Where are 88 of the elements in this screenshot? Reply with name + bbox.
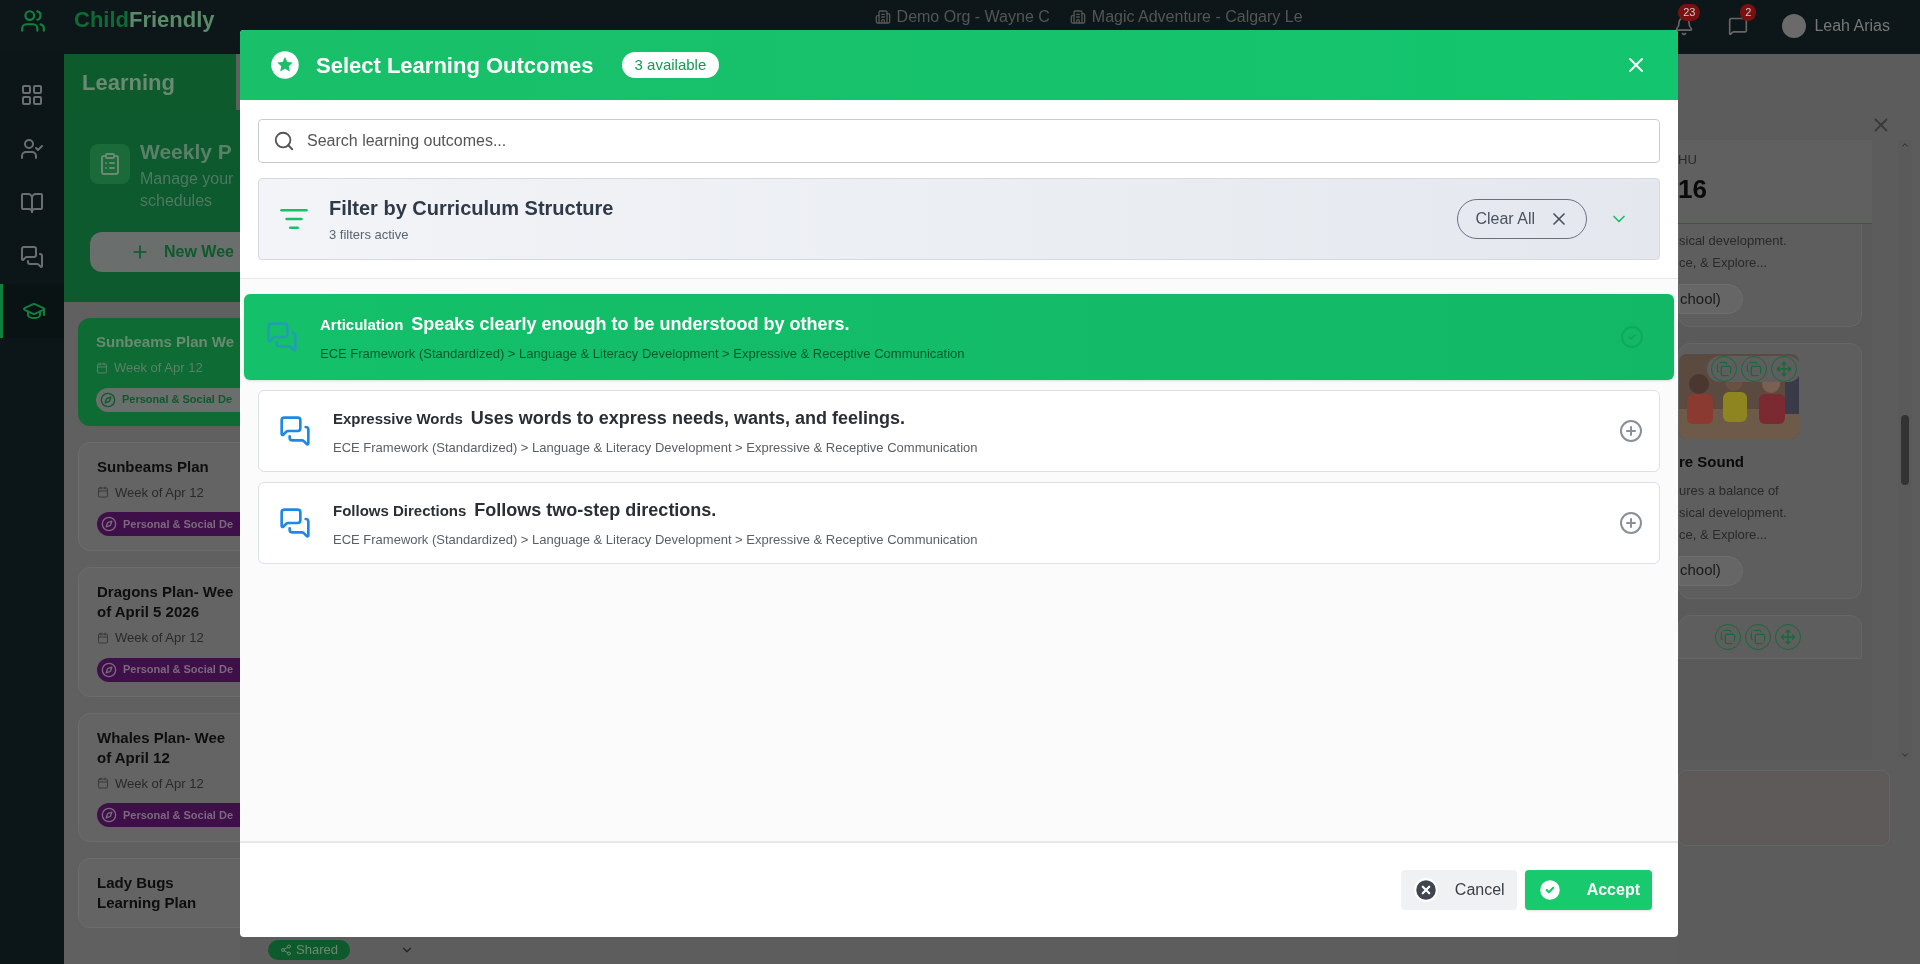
notification-count: 23 [1678,4,1701,21]
outcome-row[interactable]: Follows Directions Follows two-step directions. ECE Framework (Standardized) > Language & Literacy Development > Expressive & Receptive Communication [258,482,1660,564]
compass-icon [101,516,117,532]
scroll-up-icon[interactable] [1900,140,1910,150]
compass-icon [100,391,116,408]
plan-title: Learning Plan [97,893,198,913]
page-subtitle: schedules [140,190,214,211]
plan-card[interactable]: Sunbeams Plan We Week of Apr 12 Personal & Social De [78,318,240,426]
domain-tag: Personal & Social De [96,387,240,412]
chat-icon [279,415,311,447]
library-icon [20,191,44,215]
compass-icon [101,807,117,823]
plan-week: Week of Apr 12 [115,483,204,502]
scroll-thumb[interactable] [1901,415,1909,485]
add-icon[interactable] [1619,511,1643,535]
add-icon[interactable] [1619,419,1643,443]
chat-icon [266,321,298,353]
activity-tag: chool) [1679,284,1743,314]
plan-week: Week of Apr 12 [114,359,203,377]
plan-card[interactable]: Lady Bugs Learning Plan [78,858,240,928]
outcome-description: Follows two-step directions. [474,498,717,522]
modal-title: Select Learning Outcomes [316,51,594,80]
user-name: Leah Arias [1814,16,1890,36]
chat-icon [279,507,311,539]
outcome-path: ECE Framework (Standardized) > Language & Literacy Development > Expressive & Receptive Communication [333,438,978,457]
outcome-row[interactable]: Expressive Words Uses words to express needs, wants, and feelings. ECE Framework (Standardized) > Language & Literacy Development > Expressive & Receptive Communication [258,390,1660,472]
outcome-name: Articulation [320,314,404,335]
activity-title: re Sound [1679,452,1745,472]
plan-card[interactable]: Sunbeams Plan Week of Apr 12 Personal & Social De [78,441,240,551]
plan-title: of April 5 2026 [97,602,200,622]
search-icon [273,130,295,152]
outcome-name: Expressive Words [333,408,463,429]
plan-title: Whales Plan- Wee [97,727,227,748]
logo: ChildFriendly [74,8,215,32]
calendar-icon [97,631,109,644]
avatar[interactable] [1782,14,1807,38]
search-input[interactable]: Search learning outcomes... [307,129,1645,153]
learning-tab[interactable]: Learning [64,54,236,110]
message-count: 2 [1740,4,1757,21]
apps-icon [20,83,44,107]
plan-card[interactable]: Dragons Plan- Wee of April 5 2026 Week of Apr 12 Personal & Social De [78,567,240,697]
outcome-path: ECE Framework (Standardized) > Language & Literacy Development > Expressive & Receptive Communication [333,530,978,549]
domain-tag: Personal & Social De [97,657,240,682]
plan-title: Sunbeams Plan We [96,332,236,352]
outcome-path: ECE Framework (Standardized) > Language & Literacy Development > Expressive & Receptive Communication [320,344,965,363]
building-icon [1069,9,1086,25]
cancel-button[interactable]: Cancel [1400,870,1517,910]
outcome-row[interactable]: Articulation Speaks clearly enough to be understood by others. ECE Framework (Standardized) > Language & Literacy Development > Expressive & Receptive Communication [244,294,1674,380]
search-field[interactable]: Search learning outcomes... [258,119,1660,163]
nav-item[interactable] [0,284,64,338]
clipboard-icon [90,144,130,184]
outcome-description: Uses words to express needs, wants, and feelings. [470,406,905,430]
outcome-description: Speaks clearly enough to be understood by others. [411,312,850,336]
plan-title: of April 12 [97,747,171,768]
close-icon [1412,877,1439,903]
domain-tag: Personal & Social De [97,803,240,827]
calendar-icon [97,777,109,790]
building-icon [874,9,891,25]
compass-icon [101,661,117,678]
calendar-icon [97,486,109,499]
message-icon[interactable] [1728,16,1749,36]
plan-title: Lady Bugs [97,873,175,893]
bell-icon[interactable] [1674,16,1695,36]
calendar-icon [96,361,108,374]
plan-week: Week of Apr 12 [115,629,204,647]
activity-card[interactable] [1678,614,1862,659]
share-icon [280,944,292,956]
logo-icon [20,8,46,34]
plan-title: Sunbeams Plan [97,456,210,477]
chat-icon [20,245,44,269]
outcome-name: Follows Directions [333,500,467,521]
plan-title: Dragons Plan- Wee [97,582,235,602]
page-subtitle: Manage your [140,168,234,189]
org-name: Demo Org - Wayne C [896,8,1050,26]
page-title: Weekly P [140,139,233,165]
activity-tag: chool) [1679,555,1743,586]
plan-week: Week of Apr 12 [115,774,204,793]
filter-count: 3 filters active [329,226,410,245]
attendance-icon [20,137,44,161]
plan-card[interactable]: Whales Plan- Wee of April 12 Week of Apr 12 Personal & Social De [78,712,240,842]
filter-title: Filter by Curriculum Structure [329,196,614,222]
location-name: Magic Adventure - Calgary Le [1091,8,1303,26]
day-number: 16 [1678,172,1708,206]
accept-button[interactable]: Accept [1524,870,1652,910]
shared-badge: Shared [268,940,350,960]
scroll-down-icon[interactable] [1900,750,1910,760]
domain-tag: Personal & Social De [97,512,240,536]
available-count: 3 available [621,51,720,79]
